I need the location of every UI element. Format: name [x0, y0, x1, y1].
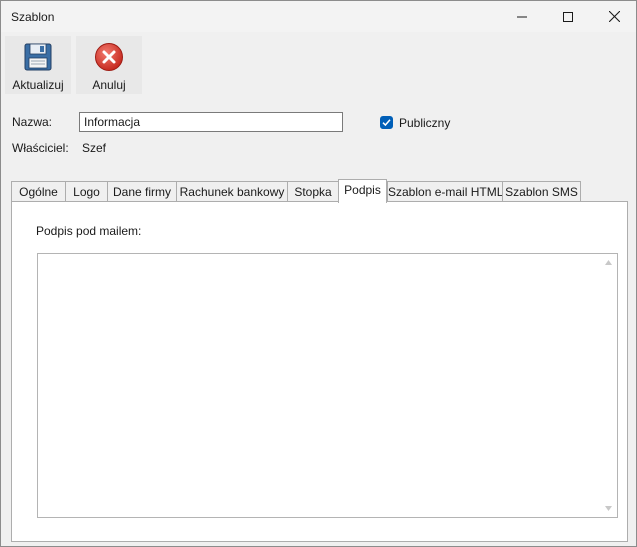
close-button[interactable]	[591, 1, 637, 32]
tab-sms-template[interactable]: Szablon SMS	[502, 181, 581, 202]
scroll-down-arrow-icon	[605, 506, 612, 511]
update-button-label: Aktualizuj	[12, 78, 64, 92]
vertical-scrollbar[interactable]	[600, 254, 617, 517]
cancel-button-label: Anuluj	[92, 78, 126, 92]
tab-signature[interactable]: Podpis	[338, 179, 387, 203]
scroll-down-button[interactable]	[600, 500, 617, 517]
signature-textarea[interactable]	[37, 253, 618, 518]
signature-tab-panel: Podpis pod mailem:	[11, 201, 628, 542]
toolbar: Aktualizuj Anuluj	[1, 32, 636, 96]
signature-label: Podpis pod mailem:	[36, 224, 142, 238]
public-checkbox[interactable]	[380, 116, 393, 129]
scroll-up-arrow-icon	[605, 260, 612, 265]
public-checkbox-label[interactable]: Publiczny	[399, 116, 450, 130]
maximize-icon	[563, 11, 573, 22]
tab-general[interactable]: Ogólne	[11, 181, 66, 202]
maximize-button[interactable]	[545, 1, 591, 32]
name-label: Nazwa:	[12, 115, 53, 129]
name-input[interactable]	[79, 112, 343, 132]
minimize-button[interactable]	[499, 1, 545, 32]
tab-logo[interactable]: Logo	[65, 181, 108, 202]
owner-label: Właściciel:	[12, 141, 69, 155]
tab-email-html-template[interactable]: Szablon e-mail HTML	[387, 181, 503, 202]
cancel-x-icon	[95, 43, 123, 71]
title-bar: Szablon	[1, 1, 636, 32]
tab-strip: Ogólne Logo Dane firmy Rachunek bankowy …	[11, 179, 628, 203]
close-icon	[608, 11, 620, 22]
scroll-up-button[interactable]	[600, 254, 617, 271]
tab-footer[interactable]: Stopka	[287, 181, 339, 202]
update-button[interactable]: Aktualizuj	[5, 36, 71, 94]
window-title: Szablon	[11, 10, 55, 24]
tab-bank-account[interactable]: Rachunek bankowy	[176, 181, 288, 202]
minimize-icon	[517, 16, 527, 17]
owner-value: Szef	[82, 141, 107, 155]
template-window: Szablon Aktualizuj Anuluj Nazwa: Informa…	[0, 0, 637, 547]
checkmark-icon	[382, 119, 391, 127]
tab-company-data[interactable]: Dane firmy	[107, 181, 177, 202]
save-floppy-icon	[24, 43, 52, 71]
cancel-button[interactable]: Anuluj	[76, 36, 142, 94]
